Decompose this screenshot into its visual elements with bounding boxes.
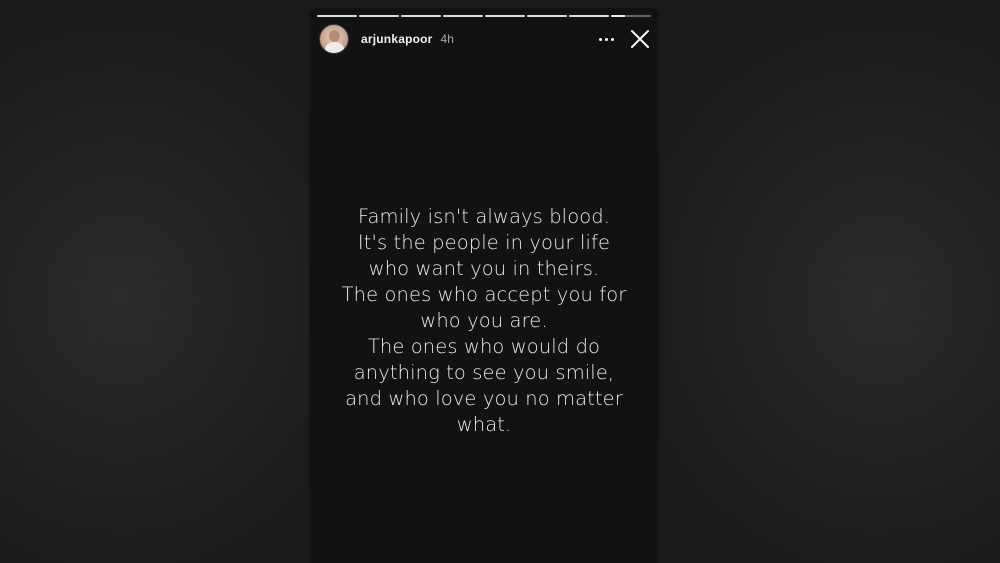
avatar-body-shape: [325, 42, 344, 53]
story-viewer[interactable]: arjunkapoor 4h Family isn't always blood…: [309, 8, 659, 563]
quote-line: who you are.: [420, 309, 548, 332]
story-progress-bar: [317, 15, 651, 17]
progress-segment-fill: [611, 15, 625, 17]
quote-line: who want you in theirs.: [368, 257, 600, 280]
story-header: arjunkapoor 4h: [319, 24, 651, 54]
progress-segment: [527, 15, 567, 17]
quote-line: The ones who would do: [367, 335, 601, 358]
quote-line: It's the people in your life: [357, 231, 611, 254]
quote-line: anything to see you smile,: [353, 361, 615, 384]
progress-segment: [569, 15, 609, 17]
progress-segment: [317, 15, 357, 17]
progress-segment: [485, 15, 525, 17]
story-quote-text: Family isn't always blood. It's the peop…: [309, 204, 659, 438]
more-horizontal-icon[interactable]: [595, 28, 617, 50]
avatar-head-shape: [329, 30, 340, 42]
username[interactable]: arjunkapoor: [361, 32, 433, 46]
progress-segment: [443, 15, 483, 17]
quote-line: what.: [456, 413, 512, 436]
timestamp: 4h: [440, 32, 454, 46]
progress-segment: [611, 15, 651, 17]
progress-segment: [359, 15, 399, 17]
quote-line: and who love you no matter: [345, 387, 623, 410]
progress-segment: [401, 15, 441, 17]
close-icon[interactable]: [629, 28, 651, 50]
quote-line: Family isn't always blood.: [357, 205, 611, 228]
quote-line: The ones who accept you for: [341, 283, 627, 306]
avatar[interactable]: [319, 24, 349, 54]
